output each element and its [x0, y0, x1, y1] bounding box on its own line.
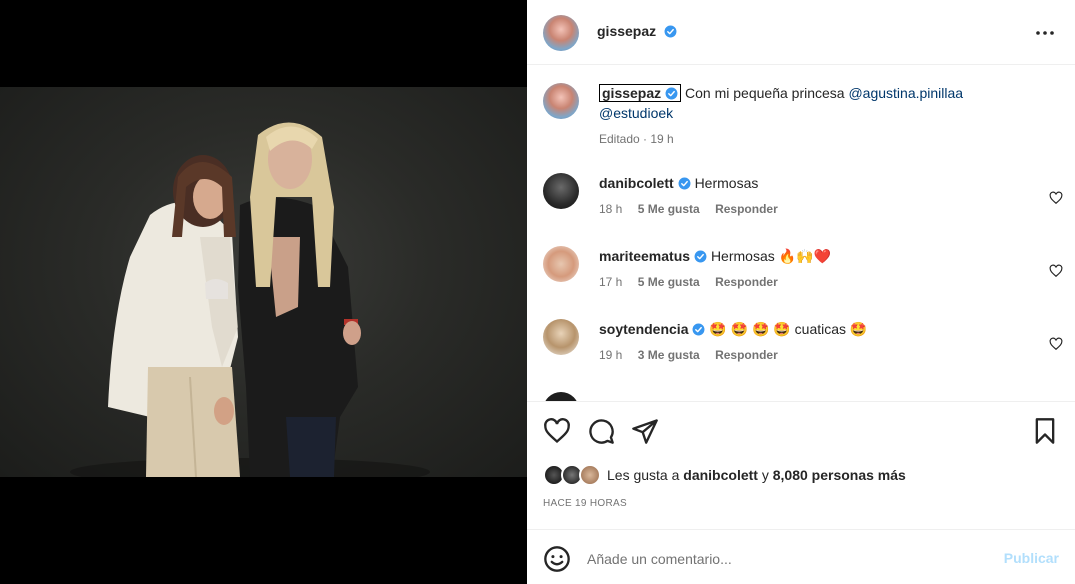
- emoji-icon[interactable]: [543, 545, 571, 573]
- action-bar: Les gusta a danibcolett y 8,080 personas…: [527, 401, 1075, 529]
- heart-icon[interactable]: [1049, 191, 1063, 205]
- comment-likes[interactable]: 5 Me gusta: [638, 202, 700, 216]
- comment-time: 19 h: [599, 348, 623, 362]
- comment-avatar[interactable]: [543, 392, 579, 401]
- caption-username[interactable]: gissepaz: [599, 84, 682, 102]
- comment-time: 17 h: [599, 275, 623, 289]
- comment-avatar[interactable]: [543, 319, 579, 355]
- reply-button[interactable]: Responder: [715, 348, 778, 362]
- comment-body: danibcolett Hermosas 18 h 5 Me gusta Res…: [599, 173, 1019, 219]
- reply-button[interactable]: Responder: [715, 275, 778, 289]
- caption-text: Con mi pequeña princesa: [685, 85, 845, 101]
- comment-emoji: 🤩 🤩 🤩 🤩: [709, 321, 791, 337]
- more-icon[interactable]: [1033, 21, 1057, 45]
- post-photo[interactable]: [0, 87, 527, 477]
- author-username-text[interactable]: gissepaz: [597, 23, 656, 39]
- heart-icon[interactable]: [1049, 337, 1063, 351]
- comment-meta: 18 h 5 Me gusta Responder: [599, 199, 1019, 219]
- comment-time: 18 h: [599, 202, 623, 216]
- comment-icon[interactable]: [587, 417, 615, 445]
- author-username[interactable]: gissepaz: [597, 23, 677, 39]
- liker-avatars[interactable]: [543, 464, 601, 486]
- comment-text: Hermosas: [710, 248, 775, 264]
- author-avatar[interactable]: [543, 15, 579, 51]
- likes-text[interactable]: Les gusta a danibcolett y 8,080 personas…: [607, 464, 906, 486]
- verified-icon: [665, 87, 678, 100]
- comment-item: danibcolett Hermosas 18 h 5 Me gusta Res…: [543, 173, 1063, 233]
- comment-meta: 17 h 5 Me gusta Responder: [599, 272, 1019, 292]
- caption-meta-text: Editado · 19 h: [599, 132, 674, 146]
- liker-avatar: [579, 464, 601, 486]
- comment-username[interactable]: danibcolett: [599, 175, 674, 191]
- comment-text: cuaticas: [794, 321, 847, 337]
- comment-composer: Publicar: [527, 529, 1075, 584]
- verified-icon: [693, 323, 705, 336]
- comment-username[interactable]: soytendencia: [599, 321, 688, 337]
- comment-item: mariteematus Hermosas 🔥🙌❤️ 17 h 5 Me gus…: [543, 246, 1063, 306]
- comment-avatar[interactable]: [543, 246, 579, 282]
- comment-likes[interactable]: 5 Me gusta: [638, 275, 700, 289]
- mention-link[interactable]: @estudioek: [599, 105, 673, 121]
- heart-icon[interactable]: [1049, 264, 1063, 278]
- comment-item: soytendencia 🤩 🤩 🤩 🤩 cuaticas 🤩 19 h 3 M…: [543, 319, 1063, 379]
- post-header: gissepaz: [527, 0, 1075, 65]
- post-media: [0, 0, 527, 584]
- verified-icon: [678, 177, 691, 190]
- comment-emoji: 🔥🙌❤️: [778, 248, 831, 264]
- comment-body: soytendencia 🤩 🤩 🤩 🤩 cuaticas 🤩 19 h 3 M…: [599, 319, 1019, 365]
- bookmark-icon[interactable]: [1031, 417, 1059, 445]
- likes-count[interactable]: 8,080 personas más: [773, 467, 906, 483]
- comment-avatar[interactable]: [543, 173, 579, 209]
- reply-button[interactable]: Responder: [715, 202, 778, 216]
- likes-prefix: Les gusta a: [607, 467, 680, 483]
- likes-user[interactable]: danibcolett: [683, 467, 758, 483]
- likes-joiner: y: [761, 467, 769, 483]
- verified-icon: [664, 25, 677, 38]
- comment-likes[interactable]: 3 Me gusta: [638, 348, 700, 362]
- post-panel: gissepaz gissepaz Con mi pequeña princes…: [527, 0, 1075, 584]
- share-icon[interactable]: [631, 417, 659, 445]
- comment-text: Hermosas: [694, 175, 759, 191]
- comment-item: [543, 392, 1063, 401]
- comments-list[interactable]: gissepaz Con mi pequeña princesa @agusti…: [527, 66, 1075, 401]
- comment-meta: 19 h 3 Me gusta Responder: [599, 345, 1019, 365]
- photo-illustration: [70, 122, 430, 477]
- comment-input[interactable]: [587, 546, 967, 572]
- caption-meta: Editado · 19 h: [599, 129, 1019, 149]
- mention-link[interactable]: @agustina.pinillaa: [848, 85, 963, 101]
- comment-emoji: 🤩: [849, 321, 868, 337]
- caption-body: gissepaz Con mi pequeña princesa @agusti…: [599, 83, 1019, 149]
- post-timestamp[interactable]: HACE 19 HORAS: [543, 498, 627, 509]
- caption-username-text[interactable]: gissepaz: [602, 85, 661, 101]
- caption: gissepaz Con mi pequeña princesa @agusti…: [543, 83, 1063, 153]
- heart-icon[interactable]: [543, 417, 571, 445]
- verified-icon: [694, 250, 707, 263]
- comment-username[interactable]: mariteematus: [599, 248, 690, 264]
- comment-body: mariteematus Hermosas 🔥🙌❤️ 17 h 5 Me gus…: [599, 246, 1019, 292]
- caption-avatar[interactable]: [543, 83, 579, 119]
- publish-button[interactable]: Publicar: [1004, 550, 1059, 566]
